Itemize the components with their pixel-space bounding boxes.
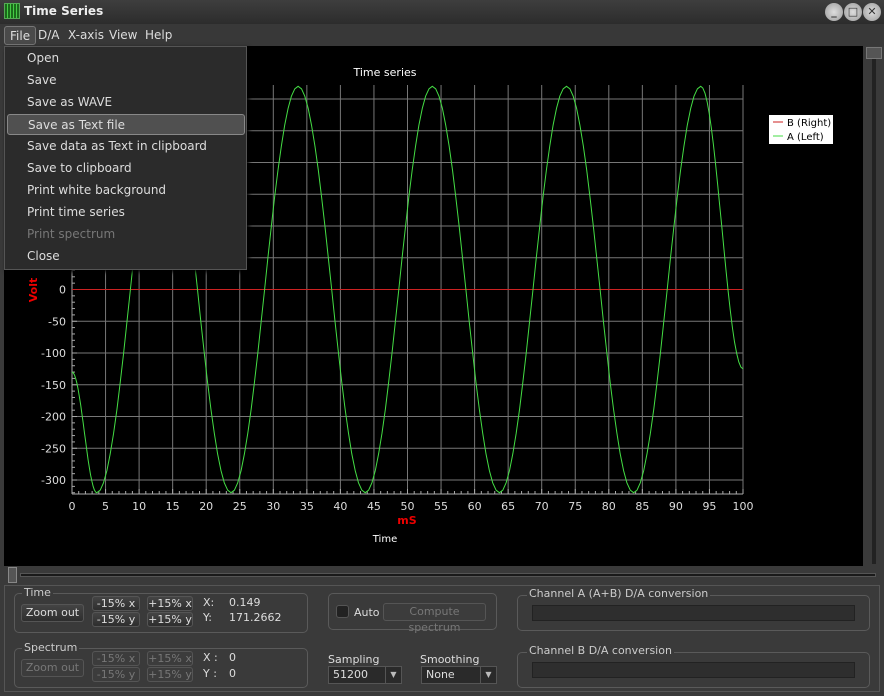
time-x-value: 0.149: [229, 596, 261, 609]
x-tick-label: 10: [132, 500, 146, 513]
legend-a: A (Left): [787, 132, 824, 143]
menu-da[interactable]: D/A: [33, 26, 65, 45]
x-tick-label: 75: [568, 500, 582, 513]
spectrum-minus-y-button[interactable]: -15% y: [92, 667, 140, 682]
x-tick-label: 90: [669, 500, 683, 513]
x-tick-label: 50: [401, 500, 415, 513]
menu-help[interactable]: Help: [140, 26, 177, 45]
spectrum-x-label: X :: [203, 651, 218, 664]
menu-item-open[interactable]: Open: [7, 48, 245, 69]
spectrum-plus-x-button[interactable]: +15% x: [147, 651, 193, 666]
channel-a-progress: [532, 605, 855, 621]
sampling-select[interactable]: 51200 ▼: [328, 666, 402, 684]
vertical-scroll-track[interactable]: [872, 59, 876, 564]
y-tick-label: -250: [41, 442, 66, 455]
menu-item-save-to-clipboard[interactable]: Save to clipboard: [7, 158, 245, 179]
menu-item-print-white-background[interactable]: Print white background: [7, 180, 245, 201]
smoothing-value: None: [426, 668, 455, 681]
x-axis-unit: mS: [397, 514, 416, 527]
time-y-label: Y:: [203, 611, 212, 624]
y-tick-label: -100: [41, 347, 66, 360]
channel-b-progress: [532, 662, 855, 678]
chart-title: Time series: [353, 66, 417, 79]
spectrum-group-label: Spectrum: [22, 641, 80, 654]
menu-x-axis[interactable]: X-axis: [63, 26, 109, 45]
channel-a-label: Channel A (A+B) D/A conversion: [527, 587, 711, 600]
x-tick-label: 65: [501, 500, 515, 513]
x-tick-label: 25: [233, 500, 247, 513]
x-tick-label: 100: [733, 500, 754, 513]
y-tick-label: -150: [41, 379, 66, 392]
x-tick-label: 60: [468, 500, 482, 513]
y-axis-unit: Volt: [27, 278, 40, 303]
compute-spectrum-button[interactable]: Compute spectrum: [383, 603, 486, 634]
spectrum-plus-y-button[interactable]: +15% y: [147, 667, 193, 682]
x-tick-label: 5: [102, 500, 109, 513]
time-slider-track[interactable]: [20, 573, 876, 577]
window-title: Time Series: [24, 4, 104, 18]
time-plus-y-button[interactable]: +15% y: [147, 612, 193, 627]
menu-file[interactable]: File: [4, 26, 37, 45]
minimize-button[interactable]: _: [825, 3, 843, 21]
smoothing-label: Smoothing: [420, 653, 480, 666]
time-minus-x-button[interactable]: -15% x: [92, 596, 140, 611]
title-bar: [0, 0, 884, 24]
close-button[interactable]: ✕: [863, 3, 881, 21]
y-tick-label: -200: [41, 411, 66, 424]
menu-view[interactable]: View: [104, 26, 142, 45]
menu-item-save-as-wave[interactable]: Save as WAVE: [7, 92, 245, 113]
time-zoom-out-button[interactable]: Zoom out: [21, 604, 84, 622]
chevron-down-icon: ▼: [385, 667, 401, 683]
x-tick-label: 70: [535, 500, 549, 513]
spectrum-x-value: 0: [229, 651, 236, 664]
menu-item-save[interactable]: Save: [7, 70, 245, 91]
menu-item-print-time-series[interactable]: Print time series: [7, 202, 245, 223]
x-tick-label: 45: [367, 500, 381, 513]
menu-item-save-data-as-text-in-clipboard[interactable]: Save data as Text in clipboard: [7, 136, 245, 157]
spectrum-zoom-out-button[interactable]: Zoom out: [21, 659, 84, 677]
x-tick-label: 35: [300, 500, 314, 513]
menu-item-print-spectrum: Print spectrum: [27, 227, 116, 241]
spectrum-minus-x-button[interactable]: -15% x: [92, 651, 140, 666]
y-tick-label: -300: [41, 474, 66, 487]
spectrum-y-label: Y :: [203, 667, 217, 680]
menu-item-close[interactable]: Close: [7, 246, 245, 267]
time-x-label: X:: [203, 596, 215, 609]
x-tick-label: 85: [635, 500, 649, 513]
spectrum-y-value: 0: [229, 667, 236, 680]
x-tick-label: 95: [702, 500, 716, 513]
y-tick-label: 0: [59, 284, 66, 297]
x-tick-label: 15: [166, 500, 180, 513]
auto-checkbox[interactable]: [336, 605, 349, 618]
menu-item-save-as-text-file[interactable]: Save as Text file: [7, 114, 245, 135]
x-tick-label: 30: [266, 500, 280, 513]
file-menu-dropdown: Open Save Save as WAVE Save as Text file Sav…: [4, 46, 247, 270]
x-tick-label: 20: [199, 500, 213, 513]
x-tick-label: 80: [602, 500, 616, 513]
vertical-scroll-thumb[interactable]: [866, 47, 882, 59]
legend-b: B (Right): [787, 118, 831, 129]
chevron-down-icon: ▼: [480, 667, 496, 683]
time-y-value: 171.2662: [229, 611, 282, 624]
sampling-value: 51200: [333, 668, 368, 681]
sampling-label: Sampling: [328, 653, 380, 666]
time-group-label: Time: [22, 586, 53, 599]
y-tick-label: -50: [48, 315, 66, 328]
channel-b-label: Channel B D/A conversion: [527, 644, 674, 657]
x-axis-label: Time: [372, 534, 397, 545]
x-tick-label: 0: [69, 500, 76, 513]
time-plus-x-button[interactable]: +15% x: [147, 596, 193, 611]
x-tick-label: 40: [333, 500, 347, 513]
time-minus-y-button[interactable]: -15% y: [92, 612, 140, 627]
app-icon: [4, 3, 20, 19]
legend: B (Right) A (Left): [769, 115, 833, 144]
time-slider-thumb[interactable]: [8, 567, 17, 583]
x-tick-label: 55: [434, 500, 448, 513]
maximize-button[interactable]: □: [844, 3, 862, 21]
smoothing-select[interactable]: None ▼: [421, 666, 497, 684]
auto-label: Auto: [354, 606, 380, 619]
